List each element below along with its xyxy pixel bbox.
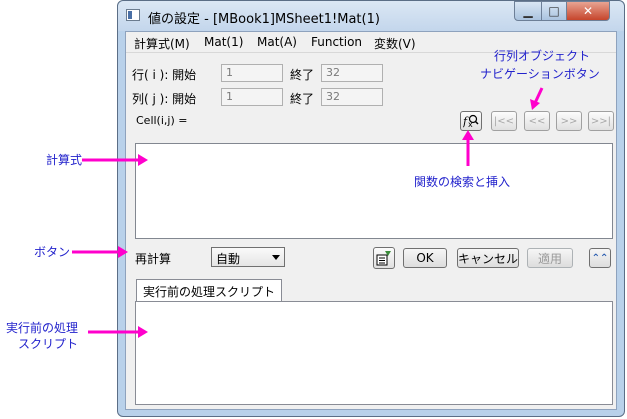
arrow-nav bbox=[533, 87, 544, 104]
arrowhead-script bbox=[138, 326, 148, 338]
arrowhead-formula bbox=[138, 154, 148, 166]
arrowhead-button bbox=[118, 246, 128, 258]
annotation-arrows bbox=[72, 87, 544, 338]
arrowhead-search bbox=[462, 130, 474, 140]
